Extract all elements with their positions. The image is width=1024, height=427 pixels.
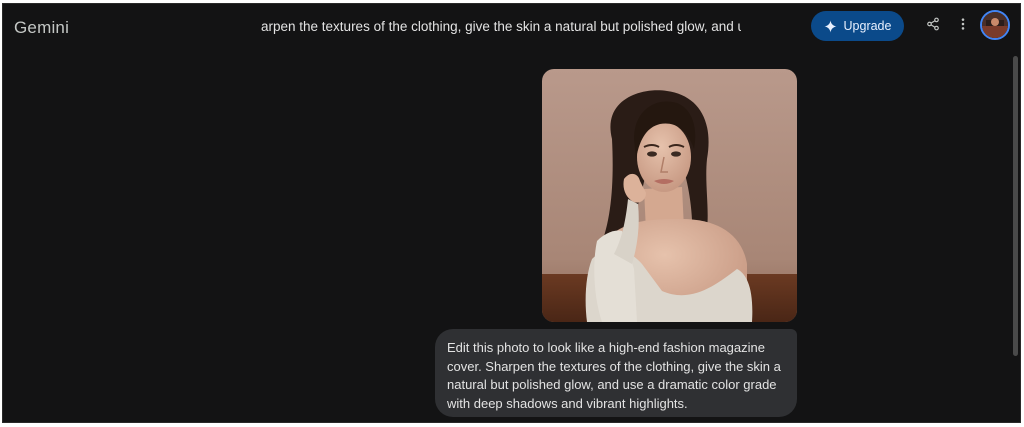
upgrade-button[interactable]: Upgrade bbox=[811, 11, 904, 41]
gemini-window: Gemini arpen the textures of the clothin… bbox=[2, 3, 1021, 423]
more-vert-icon bbox=[956, 17, 970, 36]
account-avatar[interactable] bbox=[980, 10, 1010, 40]
user-uploaded-photo[interactable] bbox=[542, 69, 797, 322]
top-bar: Gemini arpen the textures of the clothin… bbox=[3, 4, 1020, 50]
upgrade-label: Upgrade bbox=[843, 19, 892, 33]
share-button[interactable] bbox=[920, 13, 946, 39]
conversation-title[interactable]: arpen the textures of the clothing, give… bbox=[261, 19, 741, 34]
user-message-text: Edit this photo to look like a high-end … bbox=[447, 340, 781, 411]
share-icon bbox=[926, 17, 940, 36]
sparkle-icon bbox=[824, 20, 837, 33]
scrollbar[interactable] bbox=[1013, 56, 1018, 356]
user-message-bubble: Edit this photo to look like a high-end … bbox=[435, 329, 797, 417]
more-options-button[interactable] bbox=[950, 13, 976, 39]
app-title: Gemini bbox=[14, 18, 70, 37]
